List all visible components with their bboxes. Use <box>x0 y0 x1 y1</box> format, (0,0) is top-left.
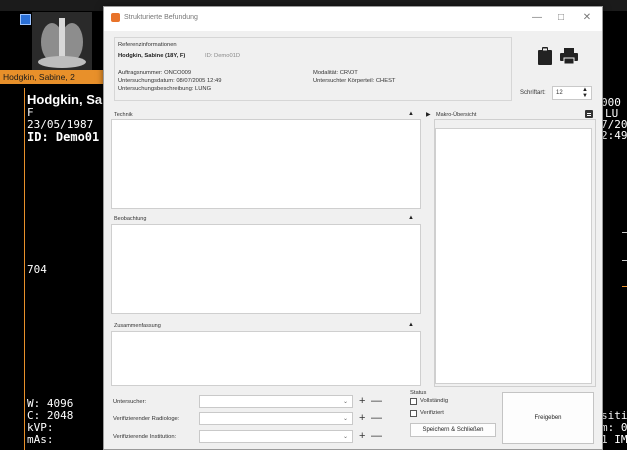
ruler-tick <box>622 232 627 233</box>
examiner-label: Untersucher: <box>113 399 147 405</box>
toolbar-icons <box>516 37 594 79</box>
spinner-arrows-icon[interactable]: ▲ ▼ <box>582 87 588 99</box>
viewport-frame-left <box>24 88 25 450</box>
zusammenfassung-textarea[interactable] <box>111 331 421 386</box>
reference-heading: Referenzinformationen <box>118 42 177 48</box>
xray-thumbnail[interactable] <box>32 12 92 70</box>
save-close-button[interactable]: Speichern & Schließen <box>410 423 496 437</box>
radiologist-combo[interactable]: ⌄ <box>199 412 353 425</box>
clipboard-icon[interactable] <box>538 47 552 65</box>
collapse-up-icon[interactable]: ▲ <box>408 215 414 221</box>
complete-label: Vollständig <box>420 398 449 404</box>
institution-combo[interactable]: ⌄ <box>199 430 353 443</box>
font-size-label: Schriftart: <box>520 90 546 96</box>
reference-exam-date: Untersuchungsdatum: 08/07/2005 12:49 <box>118 78 222 84</box>
macro-list-icon[interactable] <box>585 110 593 118</box>
dialog-title: Strukturierte Befundung <box>124 14 198 21</box>
reference-patient-id: ID: Demo01D <box>205 53 241 59</box>
overlay-right-bottom-3: 1 IMA <box>601 433 627 446</box>
ruler-tick-accent <box>622 286 627 287</box>
overlay-right-4: 2:49 <box>601 129 627 142</box>
section-technik-header[interactable]: Technik <box>114 112 133 118</box>
structured-report-dialog: Strukturierte Befundung — □ ✕ Referenzin… <box>103 6 603 450</box>
complete-checkbox[interactable] <box>410 398 417 405</box>
overlay-patient-name: Hodgkin, Sa <box>27 92 103 107</box>
institution-label: Verifizierende Institution: <box>113 434 177 440</box>
reference-body-part: Untersuchter Körperteil: CHEST <box>313 78 396 84</box>
add-examiner-button[interactable]: + <box>359 396 365 407</box>
app-icon <box>111 13 120 22</box>
chevron-down-icon: ⌄ <box>342 416 348 422</box>
section-zusammenfassung-header[interactable]: Zusammenfassung <box>114 323 161 329</box>
remove-radiologist-button[interactable]: — <box>371 413 382 424</box>
collapse-up-icon[interactable]: ▲ <box>408 322 414 328</box>
dialog-titlebar[interactable]: Strukturierte Befundung — □ ✕ <box>104 7 602 31</box>
overlay-mas: mAs: <box>27 433 54 446</box>
section-makro-header[interactable]: Makro-Übersicht <box>436 112 476 118</box>
reference-order-number: Auftragsnummer: ONCO009 <box>118 70 192 76</box>
printer-icon[interactable] <box>560 47 578 65</box>
examiner-combo[interactable]: ⌄ <box>199 395 353 408</box>
release-button[interactable]: Freigeben <box>502 392 594 444</box>
ruler-tick <box>622 260 627 261</box>
add-institution-button[interactable]: + <box>359 431 365 442</box>
chevron-down-icon: ⌄ <box>342 434 348 440</box>
beobachtung-textarea[interactable] <box>111 224 421 314</box>
reference-patient: Hodgkin, Sabine (18Y, F) <box>118 53 186 59</box>
font-size-value: 12 <box>556 90 563 96</box>
reference-exam-description: Untersuchungsbeschreibung: LUNG <box>118 86 212 92</box>
remove-institution-button[interactable]: — <box>371 431 382 442</box>
close-button[interactable]: ✕ <box>576 10 598 26</box>
add-radiologist-button[interactable]: + <box>359 413 365 424</box>
verified-checkbox[interactable] <box>410 410 417 417</box>
chevron-down-icon: ⌄ <box>342 399 348 405</box>
minimize-button[interactable]: — <box>526 10 548 26</box>
status-group: Status Vollständig Verifiziert Speichern… <box>410 390 498 446</box>
patient-tab[interactable]: Hodgkin, Sabine, 2 <box>0 70 108 84</box>
radiologist-label: Verifizierender Radiologe: <box>113 416 180 422</box>
expand-right-icon[interactable]: ▶ <box>426 111 431 118</box>
reference-modality: Modalität: CR\OT <box>313 70 358 76</box>
macro-list[interactable] <box>435 128 592 384</box>
viewer-series-icon[interactable] <box>20 14 31 25</box>
overlay-mid-value: 704 <box>27 263 47 276</box>
maximize-button[interactable]: □ <box>550 10 572 26</box>
technik-textarea[interactable] <box>111 119 421 209</box>
overlay-patient-id: ID: Demo01 <box>27 130 100 144</box>
verified-label: Verifiziert <box>420 410 444 416</box>
remove-examiner-button[interactable]: — <box>371 396 382 407</box>
screen: Hodgkin, Sabine, 2 Hodgkin, Sa F 23/05/1… <box>0 0 627 450</box>
collapse-up-icon[interactable]: ▲ <box>408 111 414 117</box>
font-size-spinner[interactable]: 12 ▲ ▼ <box>552 86 592 100</box>
status-heading: Status <box>410 390 427 396</box>
section-beobachtung-header[interactable]: Beobachtung <box>114 216 146 222</box>
